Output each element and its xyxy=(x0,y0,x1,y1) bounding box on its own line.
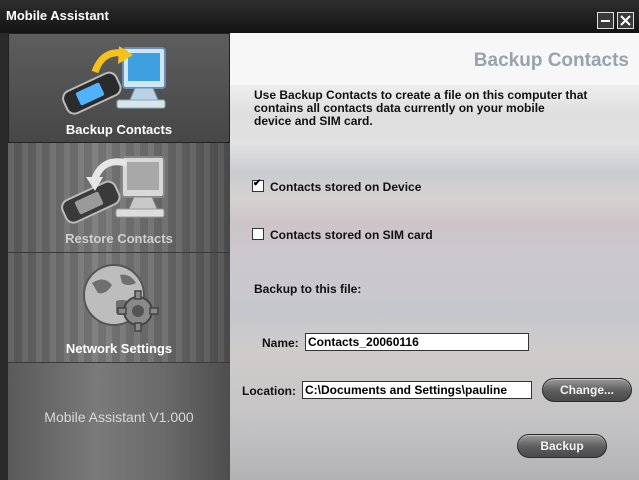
device-contacts-checkbox-row[interactable]: Contacts stored on Device xyxy=(252,178,422,194)
computer-to-phone-icon xyxy=(61,156,165,224)
change-location-button[interactable]: Change... xyxy=(542,378,632,402)
version-label: Mobile Assistant V1.000 xyxy=(44,409,194,425)
description-text: Use Backup Contacts to create a file on … xyxy=(254,88,588,128)
device-contacts-label: Contacts stored on Device xyxy=(270,180,422,194)
sim-contacts-label: Contacts stored on SIM card xyxy=(270,228,433,242)
panel-header: Backup Contacts xyxy=(230,33,639,85)
device-contacts-checkbox[interactable] xyxy=(252,178,264,192)
backup-file-section-label: Backup to this file: xyxy=(254,282,362,296)
sidebar-item-backup-contacts[interactable]: Backup Contacts xyxy=(8,33,230,143)
app-window: Mobile Assistant Backup Contacts Restore… xyxy=(0,0,639,480)
location-field-label: Location: xyxy=(242,384,296,398)
minimize-button[interactable] xyxy=(597,12,614,29)
globe-gear-icon xyxy=(83,264,159,332)
backup-button[interactable]: Backup xyxy=(517,434,607,458)
name-field-label: Name: xyxy=(262,336,299,350)
title-bar[interactable]: Mobile Assistant xyxy=(0,0,639,33)
close-icon xyxy=(620,15,631,26)
phone-to-computer-icon xyxy=(62,46,166,115)
sidebar-item-label: Backup Contacts xyxy=(65,122,173,137)
window-title: Mobile Assistant xyxy=(6,8,109,23)
main-panel: Backup Contacts Use Backup Contacts to c… xyxy=(230,33,639,480)
sidebar-item-label: Network Settings xyxy=(65,341,173,356)
close-button[interactable] xyxy=(617,12,634,29)
page-title: Backup Contacts xyxy=(473,50,629,71)
sidebar-item-label: Restore Contacts xyxy=(65,231,173,246)
sidebar-item-restore-contacts[interactable]: Restore Contacts xyxy=(8,143,230,253)
sim-contacts-checkbox[interactable] xyxy=(252,228,264,240)
sim-contacts-checkbox-row[interactable]: Contacts stored on SIM card xyxy=(252,228,433,242)
location-input[interactable]: C:\Documents and Settings\pauline xyxy=(302,381,532,399)
sidebar: Backup Contacts Restore Contacts Network… xyxy=(8,33,230,480)
name-input[interactable]: Contacts_20060116 xyxy=(305,333,529,351)
sidebar-item-network-settings[interactable]: Network Settings xyxy=(8,253,230,363)
